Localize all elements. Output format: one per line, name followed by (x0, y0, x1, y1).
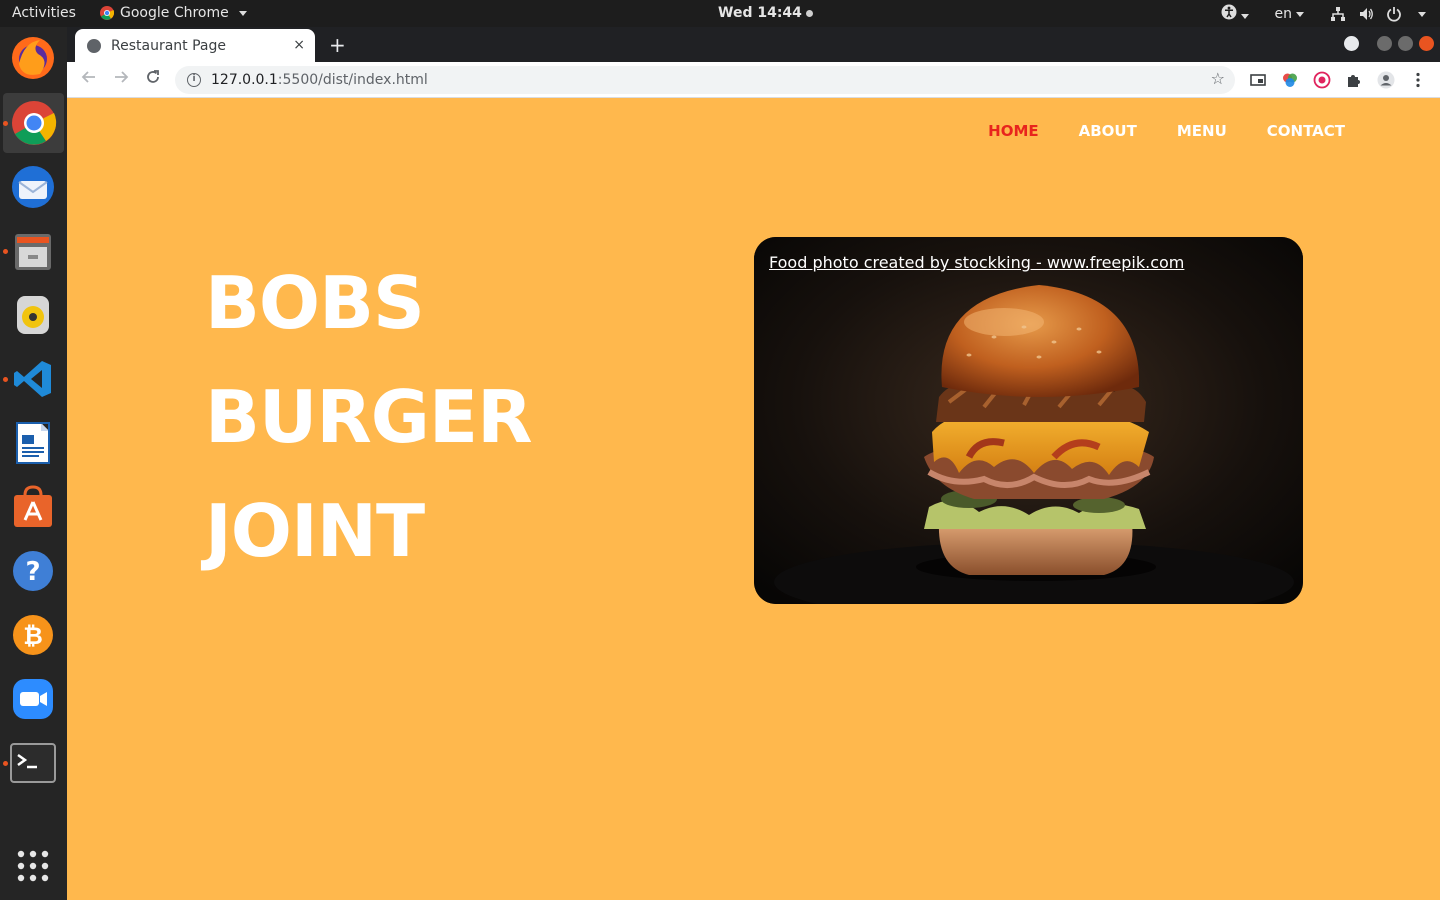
minimize-button[interactable] (1377, 36, 1392, 51)
maximize-button[interactable] (1398, 36, 1413, 51)
color-extension-icon[interactable] (1281, 71, 1299, 89)
dock-zoom[interactable] (9, 675, 57, 723)
nav-about[interactable]: ABOUT (1079, 122, 1137, 140)
bitcoin-icon: ₿ (13, 615, 53, 655)
burger-image (754, 237, 1303, 604)
hero-title-line: JOINT (205, 489, 425, 573)
address-bar[interactable]: i 127.0.0.1:5500/dist/index.html ☆ (175, 66, 1235, 94)
help-icon: ? (13, 551, 53, 591)
url-path: :5500/dist/index.html (277, 72, 428, 88)
terminal-icon (10, 743, 56, 783)
vscode-icon (14, 361, 51, 397)
chrome-small-icon (100, 6, 114, 20)
nav-home[interactable]: HOME (988, 122, 1038, 140)
url-host: 127.0.0.1 (211, 72, 278, 88)
dock-software[interactable] (9, 483, 57, 531)
dock-writer[interactable] (9, 419, 57, 467)
dock: ? ₿ (0, 27, 67, 900)
chrome-icon (11, 101, 56, 145)
running-indicator-icon (3, 377, 8, 382)
record-extension-icon[interactable] (1313, 71, 1331, 89)
tab-strip: Restaurant Page × + (67, 27, 1440, 62)
arrow-right-icon (115, 71, 129, 83)
running-indicator-icon (3, 121, 8, 126)
dock-help[interactable]: ? (9, 547, 57, 595)
site-nav: HOME ABOUT MENU CONTACT (988, 122, 1345, 140)
new-tab-button[interactable]: + (329, 33, 346, 57)
dock-thunderbird[interactable] (9, 163, 57, 211)
rhythmbox-icon (17, 296, 49, 334)
dock-rhythmbox[interactable] (9, 291, 57, 339)
bookmark-star-icon[interactable]: ☆ (1211, 69, 1225, 88)
dock-chrome[interactable] (3, 93, 64, 153)
photo-credit-link[interactable]: Food photo created by stockking - www.fr… (769, 253, 1184, 272)
tab-search-icon[interactable] (1344, 36, 1359, 51)
chevron-down-icon (1296, 11, 1304, 17)
browser-window: Restaurant Page × + i 127.0.0.1:5500/dis… (67, 27, 1440, 900)
hero-title-line: BURGER (205, 375, 533, 459)
dock-vscode[interactable] (9, 355, 57, 403)
chevron-down-icon (1418, 11, 1426, 17)
status-menu[interactable] (1330, 6, 1426, 22)
files-icon (15, 234, 51, 270)
globe-icon (87, 38, 101, 53)
software-icon (14, 485, 52, 527)
chevron-down-icon (238, 10, 247, 16)
kebab-menu-icon[interactable] (1409, 71, 1427, 89)
language-menu[interactable]: en (1274, 6, 1304, 22)
system-tray: en (1221, 4, 1426, 24)
running-indicator-icon (3, 761, 8, 766)
site-info-icon[interactable]: i (187, 73, 201, 87)
app-grid-icon (17, 850, 49, 882)
volume-icon (1360, 8, 1373, 20)
hero-title: BOBS BURGER JOINT (205, 246, 533, 588)
svg-text:₿: ₿ (23, 622, 43, 650)
extensions-puzzle-icon[interactable] (1345, 71, 1363, 89)
app-menu-label: Google Chrome (120, 5, 229, 21)
tab-restaurant-page[interactable]: Restaurant Page × (75, 29, 315, 62)
svg-text:?: ? (25, 557, 40, 587)
restaurant-page: HOME ABOUT MENU CONTACT BOBS BURGER JOIN… (67, 98, 1440, 900)
back-button[interactable] (77, 68, 101, 92)
chevron-down-icon (1240, 13, 1249, 19)
firefox-icon (12, 37, 54, 79)
app-menu[interactable]: Google Chrome (100, 5, 247, 21)
reload-icon (147, 70, 159, 83)
close-tab-icon[interactable]: × (293, 37, 305, 53)
clock-label: Wed 14:44 (718, 5, 802, 21)
clock[interactable]: Wed 14:44 (718, 5, 813, 21)
dock-bitcoin[interactable]: ₿ (9, 611, 57, 659)
accessibility-menu[interactable] (1221, 4, 1249, 24)
close-window-button[interactable] (1419, 36, 1434, 51)
reload-button[interactable] (141, 68, 165, 92)
system-top-bar: Activities Google Chrome Wed 14:44 en (0, 0, 1440, 27)
tab-title: Restaurant Page (111, 37, 226, 54)
dock-firefox[interactable] (9, 33, 57, 81)
notification-dot-icon (805, 9, 813, 17)
power-icon (1387, 7, 1401, 22)
zoom-icon (13, 679, 53, 719)
browser-toolbar: i 127.0.0.1:5500/dist/index.html ☆ (67, 62, 1440, 98)
picture-in-picture-icon[interactable] (1249, 71, 1267, 89)
network-icon (1331, 7, 1345, 21)
dock-terminal[interactable] (9, 739, 57, 787)
nav-contact[interactable]: CONTACT (1267, 122, 1345, 140)
thunderbird-icon (12, 166, 54, 208)
writer-icon (16, 422, 50, 464)
forward-button[interactable] (109, 68, 133, 92)
window-controls (1344, 36, 1434, 51)
activities-button[interactable]: Activities (12, 5, 76, 21)
arrow-left-icon (81, 71, 95, 83)
accessibility-icon (1221, 4, 1236, 20)
profile-avatar-icon[interactable] (1377, 71, 1395, 89)
language-label: en (1274, 6, 1293, 22)
dock-show-apps[interactable] (9, 842, 57, 890)
hero-title-line: BOBS (205, 261, 425, 345)
nav-menu[interactable]: MENU (1177, 122, 1227, 140)
running-indicator-icon (3, 249, 8, 254)
burger-photo: Food photo created by stockking - www.fr… (754, 237, 1303, 604)
dock-files[interactable] (9, 227, 57, 275)
